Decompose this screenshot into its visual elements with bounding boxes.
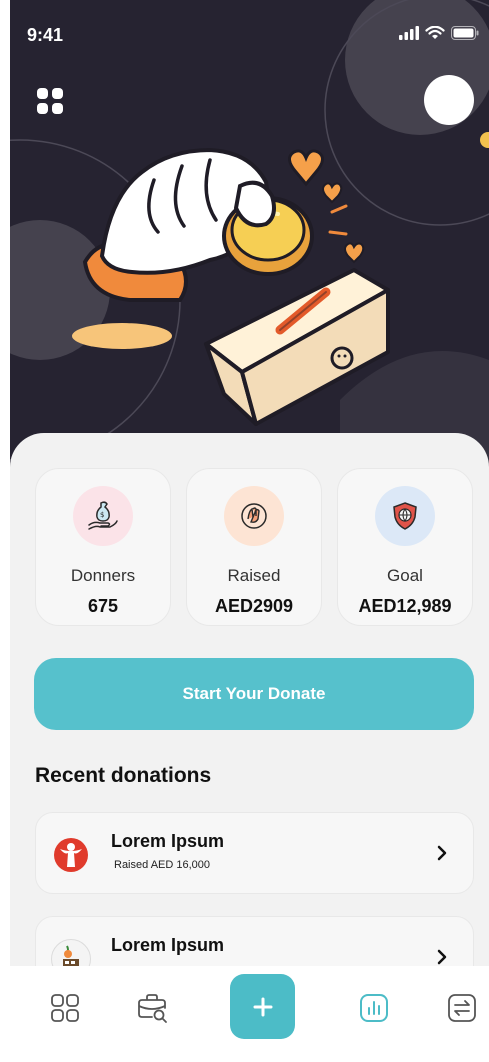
donation-title: Lorem Ipsum — [111, 935, 225, 955]
avatar[interactable] — [424, 75, 474, 125]
donation-subtitle: Raised AED 16,000 — [114, 859, 211, 871]
tab-bar — [10, 966, 489, 1062]
stat-value: AED12,989 — [358, 596, 452, 616]
transfer-icon — [448, 994, 476, 1022]
grid-icon — [51, 994, 79, 1022]
charity-logo-icon — [51, 835, 91, 875]
donation-title: Lorem Ipsum — [111, 831, 225, 851]
battery-icon — [451, 26, 479, 40]
stat-value: AED2909 — [214, 596, 294, 616]
donation-item[interactable]: Lorem Ipsum Raised AED 16,000 — [35, 812, 474, 894]
chart-icon — [360, 994, 388, 1022]
section-title-recent-donations: Recent donations — [35, 764, 212, 787]
status-icons — [399, 26, 479, 40]
money-bag-hand-icon: $ — [73, 486, 133, 546]
stat-label: Donners — [70, 566, 136, 585]
stat-card-donners: $ Donners 675 — [35, 468, 171, 626]
donation-illustration — [10, 0, 489, 470]
shield-globe-icon — [375, 486, 435, 546]
tab-home[interactable] — [47, 990, 83, 1026]
menu-grid-icon[interactable] — [37, 88, 63, 114]
wifi-icon — [425, 26, 445, 39]
svg-text:$: $ — [100, 511, 104, 519]
chevron-right-icon — [437, 949, 447, 965]
stat-label: Goal — [387, 566, 423, 585]
stat-value: 675 — [87, 596, 119, 616]
start-donate-button[interactable]: Start Your Donate — [34, 658, 474, 730]
hero-banner: 9:41 — [10, 0, 489, 470]
plus-icon — [253, 997, 272, 1016]
stat-card-goal: Goal AED12,989 — [337, 468, 473, 626]
raised-hands-icon — [224, 486, 284, 546]
app-screen: 9:41 $ Donners 675 Raised AED2909 Goal A… — [10, 0, 489, 1062]
signal-icon — [399, 26, 419, 40]
status-bar: 9:41 — [10, 22, 489, 52]
tab-statistics[interactable] — [356, 990, 392, 1026]
tab-transactions[interactable] — [444, 990, 480, 1026]
chevron-right-icon — [437, 845, 447, 861]
status-time: 9:41 — [27, 25, 64, 45]
stat-label: Raised — [227, 566, 281, 585]
add-button[interactable] — [230, 974, 295, 1039]
stat-card-raised: Raised AED2909 — [186, 468, 322, 626]
tab-campaigns[interactable] — [134, 990, 170, 1026]
briefcase-search-icon — [138, 994, 167, 1023]
stats-row: $ Donners 675 Raised AED2909 Goal AED12,… — [35, 468, 475, 626]
